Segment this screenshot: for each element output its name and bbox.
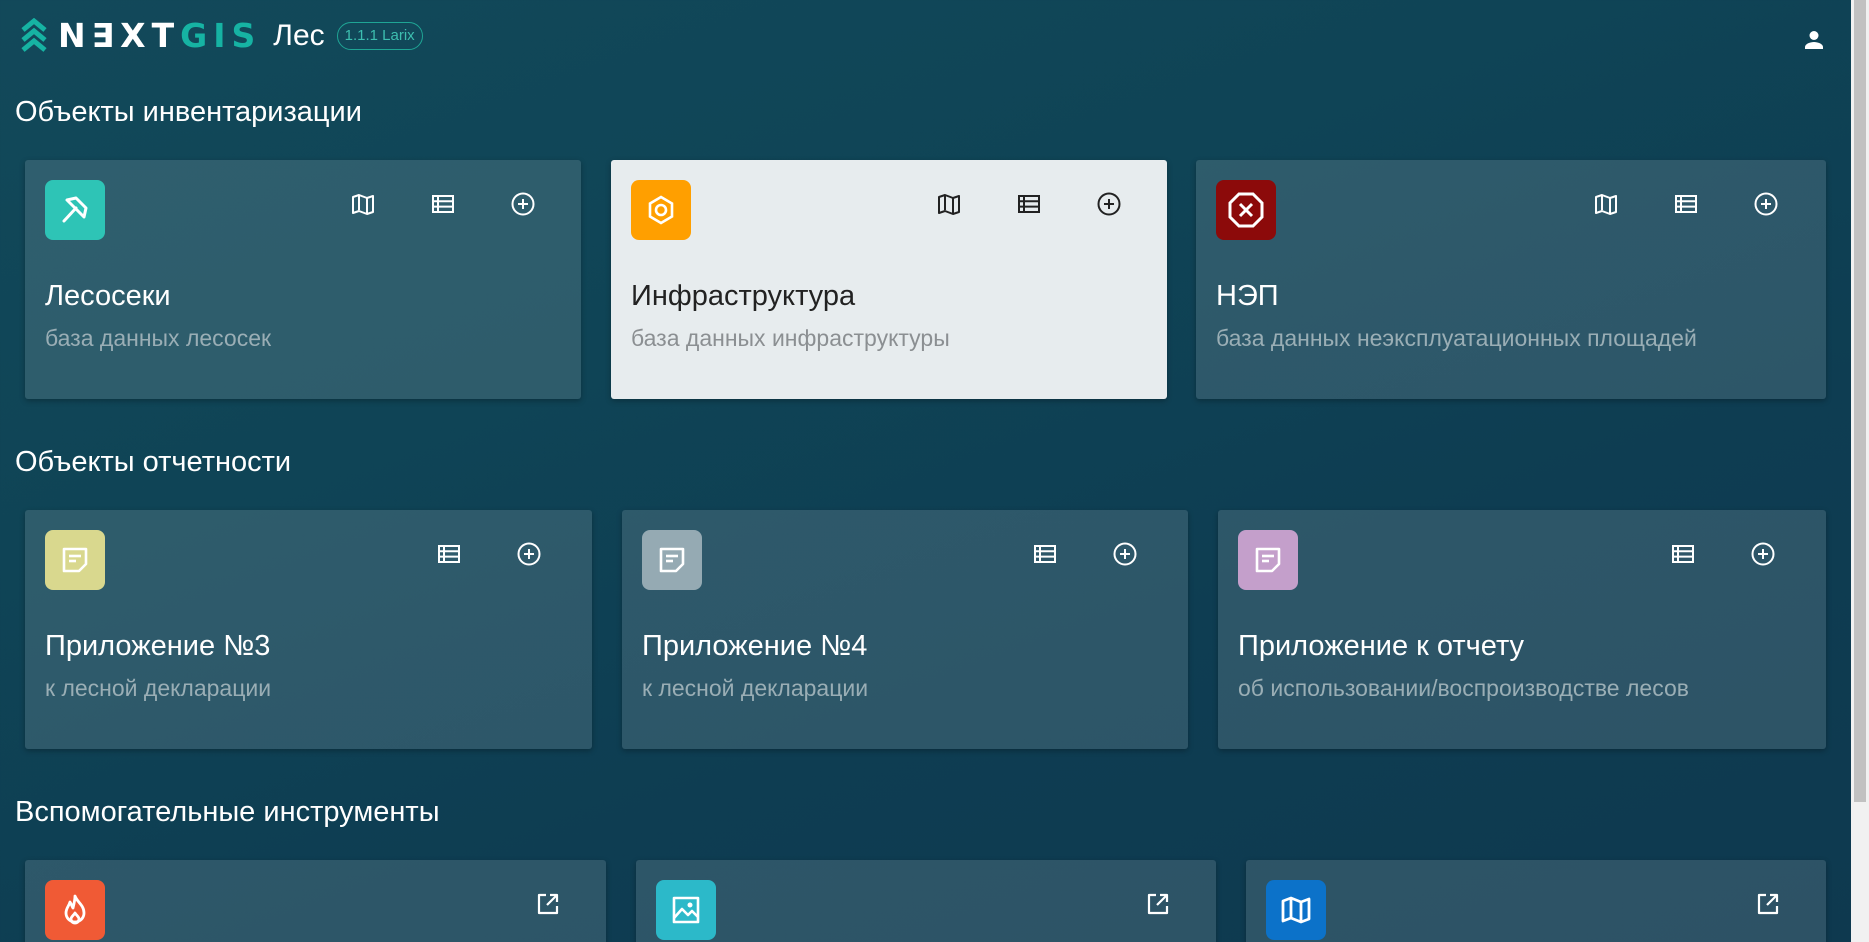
open-map-button[interactable] [345,186,381,222]
axe-icon [62,196,88,223]
external-link-icon [537,893,559,915]
add-object-button[interactable] [505,186,541,222]
card-subtitle: база данных неэксплуатационных площадей [1216,325,1697,351]
open-table-button[interactable] [425,186,461,222]
logo-text-main: N∃XT [58,16,181,55]
card-icon-app4 [642,530,702,590]
card-subtitle: об использовании/воспроизводстве лесов [1238,675,1689,701]
add-object-button[interactable] [1748,186,1784,222]
card-actions [1027,536,1143,572]
card-actions [1665,536,1781,572]
plus-circle-icon [1751,542,1775,566]
card-title: Лесосеки [45,280,171,312]
add-object-button[interactable] [1745,536,1781,572]
card-icon-lesoseki [45,180,105,240]
card-tool-image[interactable] [636,860,1216,942]
open-table-button[interactable] [1011,186,1047,222]
card-lesoseki[interactable]: Лесосеки база данных лесосек [25,160,581,399]
nextgis-logo[interactable]: N∃XTGIS Лес 1.1.1 Larix [20,18,423,54]
card-title: Приложение №4 [642,630,868,662]
plus-circle-icon [511,192,535,216]
card-nep[interactable]: НЭП база данных неэксплуатационных площа… [1196,160,1826,399]
table-list-icon [1672,545,1694,563]
card-actions [1588,186,1784,222]
card-actions [1750,886,1786,922]
map-icon [1595,194,1617,215]
stop-icon [1228,192,1264,228]
card-actions [345,186,541,222]
app-name: Лес [273,19,325,52]
open-external-button[interactable] [1750,886,1786,922]
note-icon [62,547,88,573]
map-icon [352,194,374,215]
image-icon [672,896,700,924]
map-icon [1281,896,1311,924]
card-title: Приложение №3 [45,630,271,662]
section-title-inventory: Объекты инвентаризации [15,96,362,128]
open-external-button[interactable] [530,886,566,922]
person-icon [1805,31,1823,49]
open-table-button[interactable] [1027,536,1063,572]
card-subtitle: база данных лесосек [45,325,272,351]
tree-logo-icon [21,18,47,52]
fire-icon [64,894,86,925]
version-badge: 1.1.1 Larix [336,22,423,50]
table-list-icon [1018,195,1040,213]
card-subtitle: база данных инфраструктуры [631,325,950,351]
scrollbar-thumb[interactable] [1854,0,1866,802]
table-list-icon [1034,545,1056,563]
section-title-reports: Объекты отчетности [15,446,292,478]
open-table-button[interactable] [431,536,467,572]
page-scrollbar[interactable] [1851,0,1869,942]
card-icon-image [656,880,716,940]
add-object-button[interactable] [1091,186,1127,222]
table-list-icon [1675,195,1697,213]
card-actions [931,186,1127,222]
add-object-button[interactable] [511,536,547,572]
card-icon-infrastructure [631,180,691,240]
table-list-icon [438,545,460,563]
plus-circle-icon [517,542,541,566]
card-report-appendix[interactable]: Приложение к отчету об использовании/вос… [1218,510,1826,749]
card-icon-nep [1216,180,1276,240]
card-subtitle: к лесной декларации [45,675,272,701]
card-title: НЭП [1216,280,1279,312]
card-icon-app3 [45,530,105,590]
plus-circle-icon [1754,192,1778,216]
card-actions [431,536,547,572]
card-app3[interactable]: Приложение №3 к лесной декларации [25,510,592,749]
section-title-tools: Вспомогательные инструменты [15,796,440,828]
card-tool-map[interactable] [1246,860,1826,942]
logo-wordmark: N∃XTGIS [58,18,261,54]
user-account-button[interactable] [1800,26,1828,54]
card-actions [1140,886,1176,922]
card-tool-fire[interactable] [25,860,606,942]
card-title: Инфраструктура [631,280,856,312]
card-app4[interactable]: Приложение №4 к лесной декларации [622,510,1188,749]
note-icon [659,547,685,573]
card-actions [530,886,566,922]
open-map-button[interactable] [931,186,967,222]
add-object-button[interactable] [1107,536,1143,572]
gear-icon [648,195,674,225]
map-icon [938,194,960,215]
card-title: Приложение к отчету [1238,630,1525,662]
card-icon-fire [45,880,105,940]
logo-text-accent: GIS [180,16,262,55]
table-list-icon [432,195,454,213]
open-table-button[interactable] [1668,186,1704,222]
external-link-icon [1757,893,1779,915]
plus-circle-icon [1113,542,1137,566]
open-map-button[interactable] [1588,186,1624,222]
open-external-button[interactable] [1140,886,1176,922]
note-icon [1255,547,1281,573]
app-header: N∃XTGIS Лес 1.1.1 Larix [0,0,1850,78]
external-link-icon [1147,893,1169,915]
card-icon-report [1238,530,1298,590]
card-icon-map [1266,880,1326,940]
open-table-button[interactable] [1665,536,1701,572]
plus-circle-icon [1097,192,1121,216]
card-subtitle: к лесной декларации [642,675,869,701]
card-infrastructure[interactable]: Инфраструктура база данных инфраструктур… [611,160,1167,399]
